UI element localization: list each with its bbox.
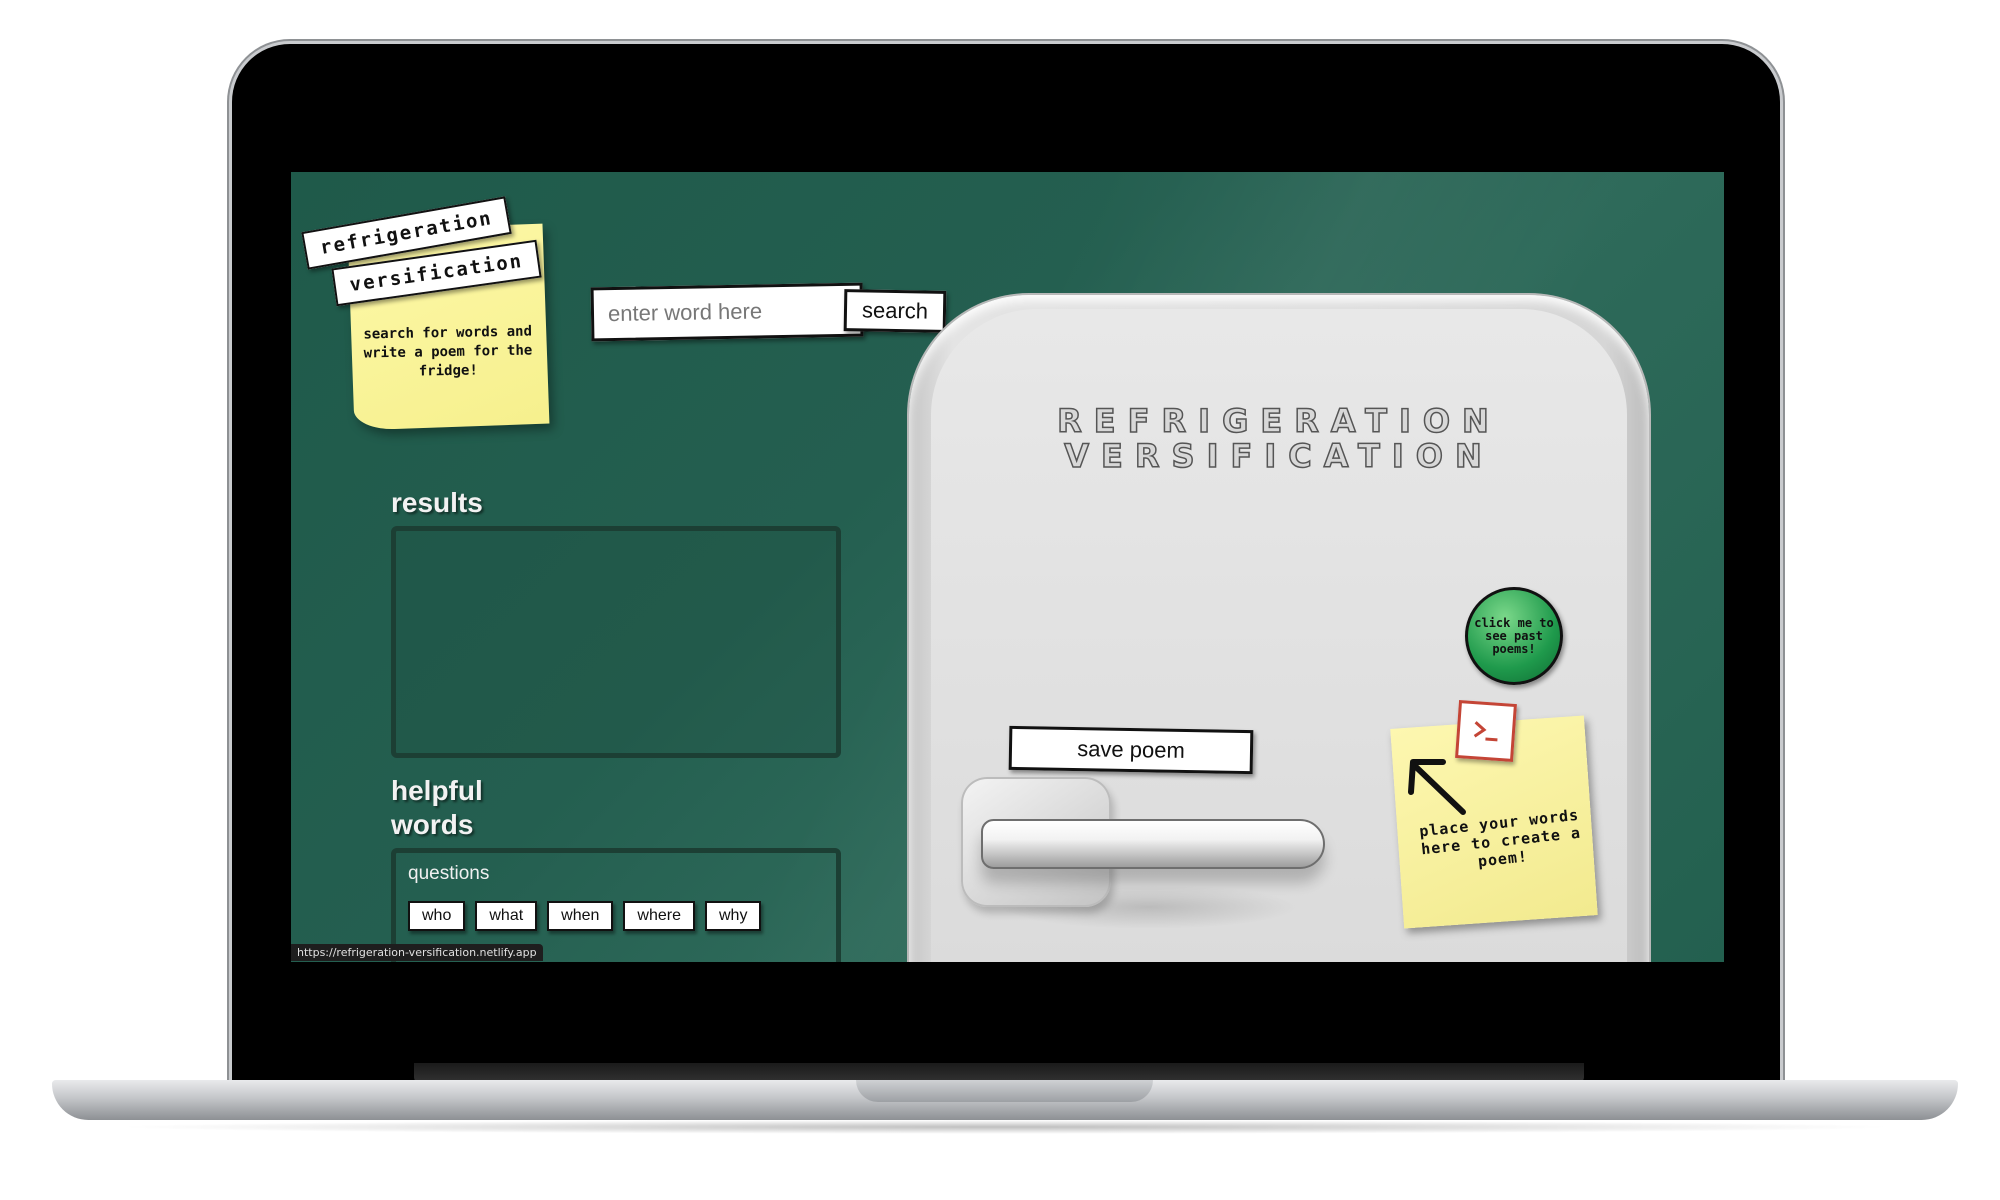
fridge-title-line1: REFRIGERATION bbox=[1056, 402, 1501, 440]
helpful-words-heading: helpful words bbox=[391, 775, 483, 840]
past-poems-button[interactable]: click me to see past poems! bbox=[1465, 587, 1563, 685]
questions-group-label: questions bbox=[408, 863, 490, 884]
word-chip-who[interactable]: who bbox=[408, 901, 466, 931]
results-heading: results bbox=[391, 487, 483, 518]
status-bar-url: https://refrigeration-versification.netl… bbox=[291, 944, 543, 961]
fridge-handle bbox=[981, 819, 1325, 869]
fridge-title-line2: VERSIFICATION bbox=[1064, 437, 1494, 475]
logo-tagline: search for words and write a poem for th… bbox=[363, 323, 533, 380]
save-poem-button[interactable]: save poem bbox=[1008, 725, 1254, 775]
past-poems-label: click me to see past poems! bbox=[1474, 615, 1554, 656]
questions-word-list: who what when where why bbox=[408, 901, 762, 931]
app-screen: refrigeration versification search for w… bbox=[291, 172, 1724, 962]
terminal-icon-glyph bbox=[1473, 721, 1498, 742]
word-chip-what[interactable]: what bbox=[475, 901, 538, 931]
laptop-shadow bbox=[110, 1120, 1900, 1134]
laptop-notch bbox=[856, 1080, 1153, 1102]
search-input[interactable] bbox=[590, 282, 864, 342]
word-chip-when[interactable]: when bbox=[547, 901, 614, 931]
arrow-icon bbox=[1408, 759, 1466, 815]
search-button[interactable]: search bbox=[843, 289, 947, 333]
results-panel[interactable] bbox=[391, 526, 841, 758]
word-chip-where[interactable]: where bbox=[623, 901, 695, 931]
word-chip-why[interactable]: why bbox=[704, 901, 762, 931]
